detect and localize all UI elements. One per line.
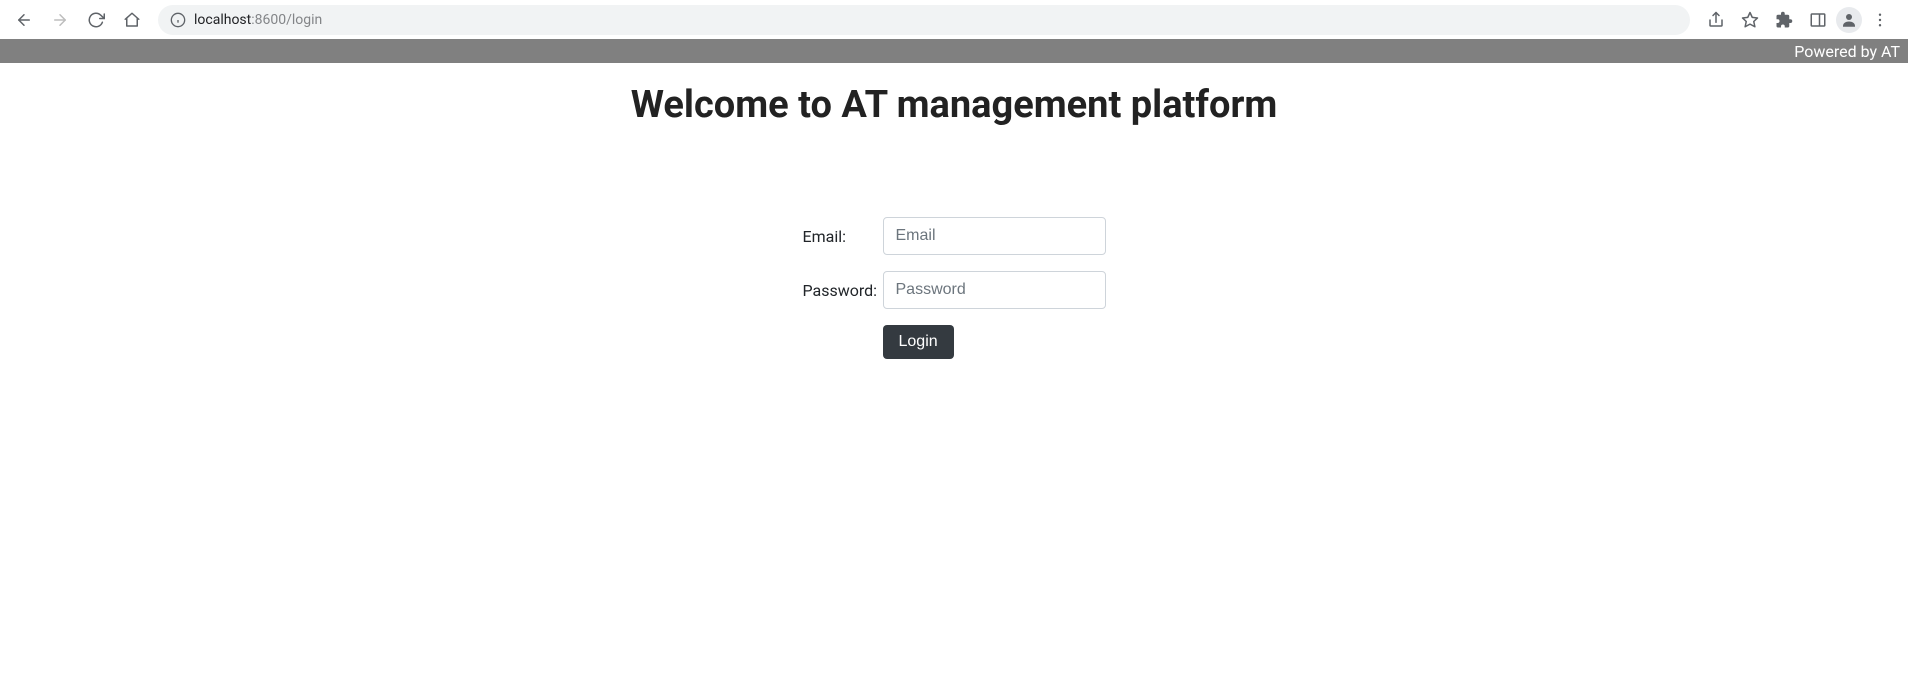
page-title: Welcome to AT management platform — [0, 83, 1908, 127]
url-text: localhost:8600/login — [194, 12, 322, 28]
email-row: Email: — [803, 217, 1106, 255]
profile-avatar-icon[interactable] — [1836, 7, 1862, 33]
menu-dots-icon[interactable] — [1864, 4, 1896, 36]
forward-button[interactable] — [44, 4, 76, 36]
info-icon — [170, 12, 186, 28]
email-field[interactable] — [883, 217, 1106, 255]
top-banner: Powered by AT — [0, 39, 1908, 63]
reload-button[interactable] — [80, 4, 112, 36]
url-path: :8600/login — [251, 12, 322, 28]
panel-icon[interactable] — [1802, 4, 1834, 36]
banner-text: Powered by AT — [1794, 42, 1900, 61]
email-label: Email: — [803, 227, 883, 246]
page-main: Welcome to AT management platform Email:… — [0, 63, 1908, 359]
password-row: Password: — [803, 271, 1106, 309]
url-host: localhost — [194, 12, 251, 28]
back-button[interactable] — [8, 4, 40, 36]
browser-toolbar: localhost:8600/login — [0, 0, 1908, 39]
password-label: Password: — [803, 281, 883, 300]
share-icon[interactable] — [1700, 4, 1732, 36]
extensions-icon[interactable] — [1768, 4, 1800, 36]
login-form: Email: Password: Login — [803, 217, 1106, 359]
bookmark-star-icon[interactable] — [1734, 4, 1766, 36]
login-button[interactable]: Login — [883, 325, 954, 359]
toolbar-right-icons — [1700, 4, 1900, 36]
address-bar[interactable]: localhost:8600/login — [158, 5, 1690, 35]
home-button[interactable] — [116, 4, 148, 36]
password-field[interactable] — [883, 271, 1106, 309]
